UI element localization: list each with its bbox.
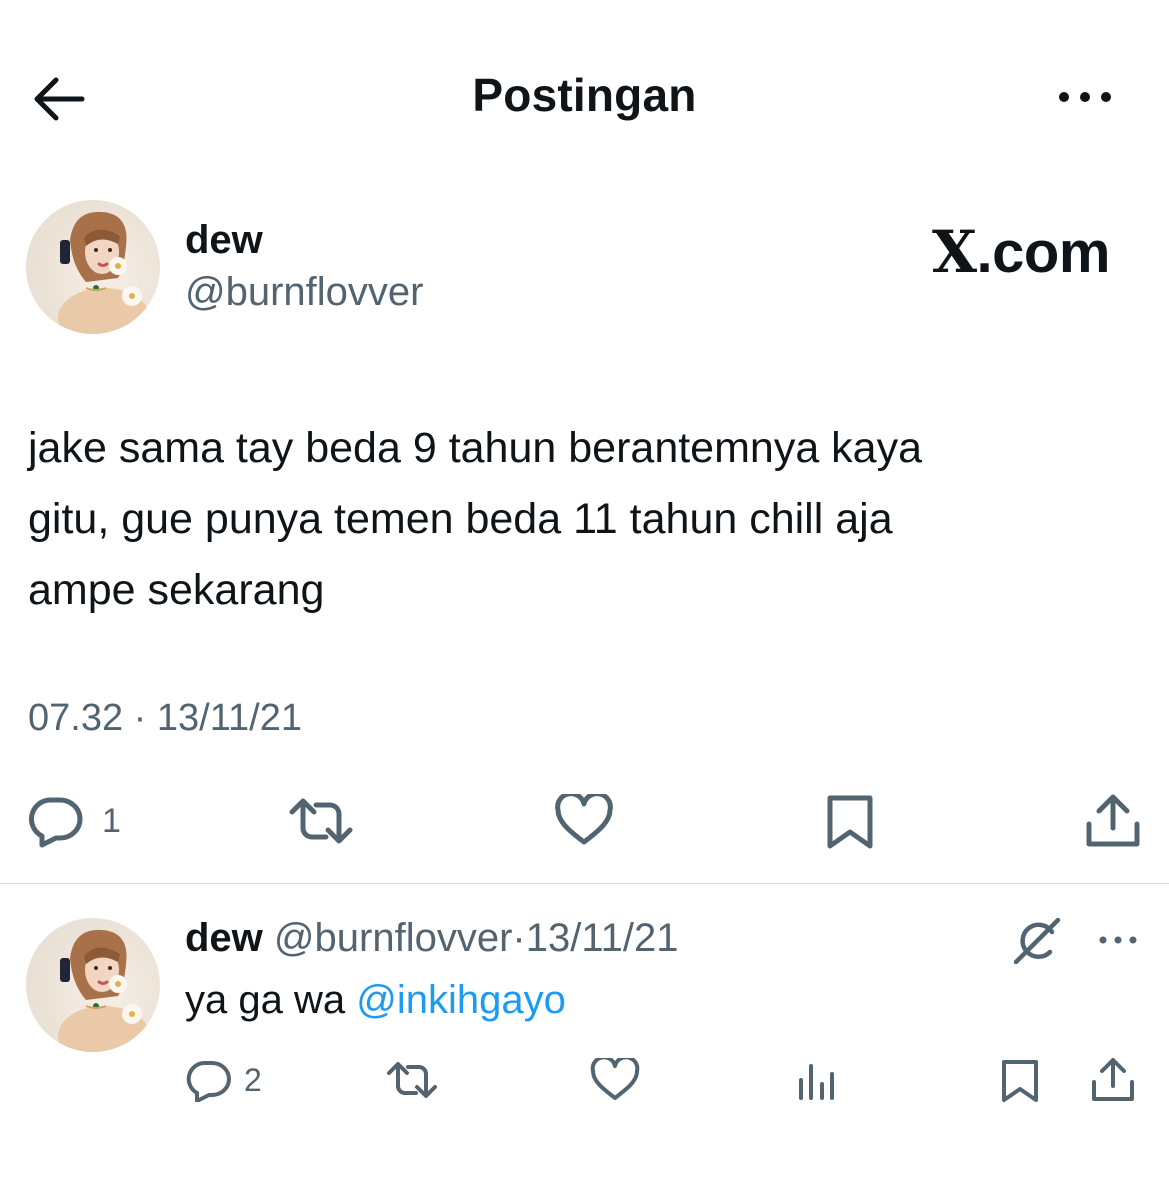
mention-link[interactable]: @inkihgayo (356, 978, 566, 1022)
more-icon (1059, 92, 1111, 102)
reply-count: 1 (102, 801, 121, 840)
reply-repost-button[interactable] (386, 1060, 438, 1100)
like-button[interactable] (554, 791, 614, 848)
watermark-suffix: .com (976, 220, 1111, 285)
reply-text-body: ya ga wa (185, 978, 357, 1022)
author-handle[interactable]: @burnflovver (185, 270, 423, 315)
reply-header: dew @burnflovver·13/11/21 (185, 916, 678, 961)
grok-icon (1013, 917, 1061, 965)
reply-reply-count: 2 (244, 1061, 262, 1098)
share-icon (1086, 794, 1140, 847)
more-icon (1099, 936, 1137, 944)
avatar[interactable] (26, 200, 160, 334)
reply-views-button[interactable] (796, 1060, 838, 1100)
reply-reply-button[interactable]: 2 (186, 1058, 262, 1102)
reply-avatar[interactable] (26, 918, 160, 1052)
grok-button[interactable] (1012, 917, 1062, 965)
watermark-x-letter: X (932, 218, 977, 286)
tweet-text-line: jake sama tay beda 9 tahun berantemnya k… (28, 424, 923, 472)
x-com-watermark: X.com (932, 218, 1110, 286)
reply-date[interactable]: 13/11/21 (526, 916, 679, 960)
bookmark-button[interactable] (826, 794, 874, 850)
reply-more-button[interactable] (1096, 930, 1140, 950)
repost-button[interactable] (288, 796, 354, 846)
reply-share-button[interactable] (1090, 1056, 1136, 1104)
views-icon (799, 1064, 834, 1100)
tweet-text-line: gitu, gue punya temen beda 11 tahun chil… (28, 495, 893, 543)
repost-icon (289, 798, 353, 844)
reply-author-name[interactable]: dew (185, 916, 263, 960)
bookmark-icon (1002, 1060, 1038, 1102)
tweet-text-line: ampe sekarang (28, 566, 325, 614)
bookmark-icon (827, 795, 873, 849)
tweet-timestamp[interactable]: 07.32 · 13/11/21 (28, 697, 302, 740)
like-icon (555, 791, 613, 845)
like-icon (590, 1055, 640, 1100)
tweet-text: jake sama tay beda 9 tahun berantemnya k… (28, 413, 1138, 626)
repost-icon (387, 1062, 437, 1098)
reply-button[interactable]: 1 (28, 794, 121, 848)
reply-icon (28, 797, 83, 848)
divider (0, 883, 1169, 884)
reply-bookmark-button[interactable] (1000, 1058, 1040, 1104)
reply-separator: · (512, 916, 526, 960)
reply-text: ya ga wa @inkihgayo (185, 978, 566, 1023)
more-options-button[interactable] (1052, 82, 1118, 112)
share-icon (1092, 1058, 1134, 1101)
reply-like-button[interactable] (590, 1055, 640, 1102)
reply-icon (186, 1061, 231, 1102)
author-name[interactable]: dew (185, 218, 263, 263)
share-button[interactable] (1084, 792, 1142, 850)
page-title: Postingan (472, 69, 697, 121)
reply-author-handle[interactable]: @burnflovver (274, 916, 512, 960)
